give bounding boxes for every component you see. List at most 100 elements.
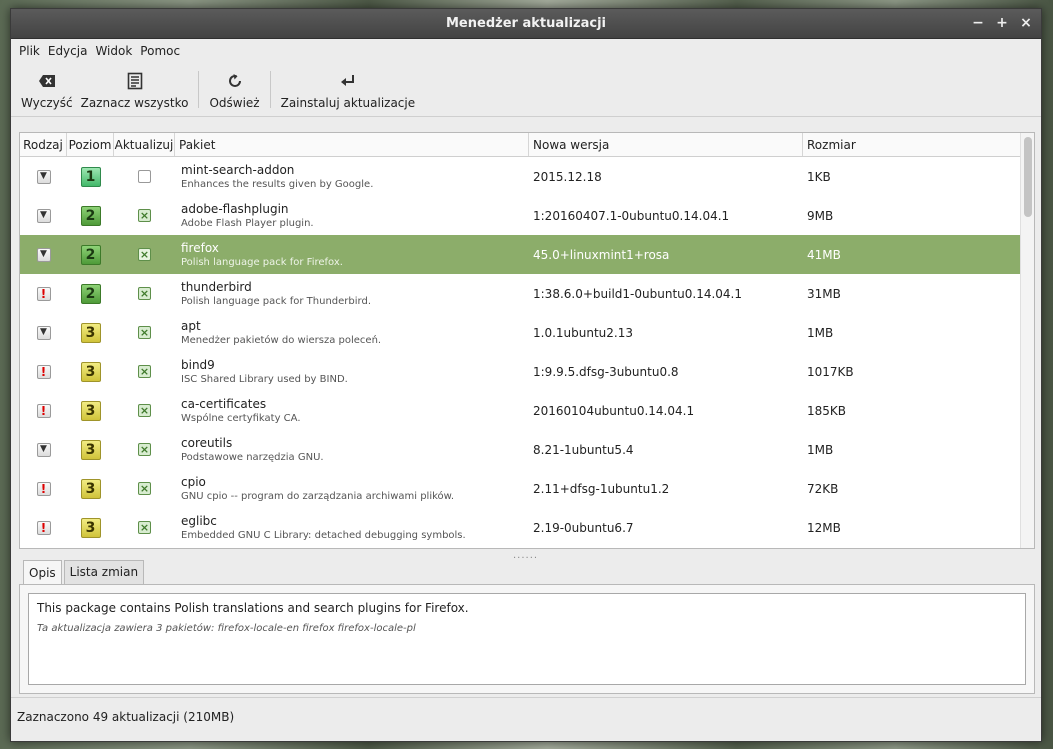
- package-name: thunderbird: [181, 280, 252, 294]
- description-pane: This package contains Polish translation…: [19, 584, 1035, 694]
- update-checkbox[interactable]: [138, 209, 151, 222]
- update-checkbox[interactable]: [138, 365, 151, 378]
- menu-edit[interactable]: Edycja: [44, 44, 92, 58]
- column-header-new-version[interactable]: Nowa wersja: [529, 133, 803, 156]
- column-header-level[interactable]: Poziom: [67, 133, 114, 156]
- checklist-icon: [127, 70, 143, 92]
- package-description: ISC Shared Library used by BIND.: [181, 374, 348, 385]
- pane-resize-grip[interactable]: ······: [513, 553, 538, 564]
- row-update: [114, 404, 175, 417]
- update-checkbox[interactable]: [138, 287, 151, 300]
- arrow-down-icon: ▼: [36, 247, 51, 262]
- tab-changelog[interactable]: Lista zmian: [63, 560, 145, 584]
- arrow-down-icon: ▼: [36, 169, 51, 184]
- backspace-icon: [38, 70, 56, 92]
- table-row[interactable]: ▼ 3 coreutils Podstawowe narzędzia GNU. 8.21…: [20, 430, 1034, 469]
- table-row[interactable]: ▼ 2 firefox Polish language pack for Firefo…: [20, 235, 1034, 274]
- update-checkbox[interactable]: [138, 326, 151, 339]
- row-type: ▼: [20, 325, 67, 340]
- tab-description[interactable]: Opis: [23, 560, 62, 584]
- package-name: eglibc: [181, 514, 217, 528]
- vertical-scrollbar[interactable]: [1020, 133, 1034, 548]
- table-row[interactable]: ▼ 3 apt Menedżer pakietów do wiersza polece…: [20, 313, 1034, 352]
- package-name: cpio: [181, 475, 206, 489]
- row-size: 9MB: [807, 208, 834, 223]
- close-button[interactable]: ×: [1019, 14, 1033, 32]
- menu-view[interactable]: Widok: [91, 44, 136, 58]
- level-badge: 3: [80, 517, 101, 538]
- column-header-type[interactable]: Rodzaj: [20, 133, 67, 156]
- package-name: firefox: [181, 241, 219, 255]
- description-packages: Ta aktualizacja zawiera 3 pakietów: fire…: [37, 623, 416, 634]
- row-size: 1017KB: [807, 364, 854, 379]
- column-header-size[interactable]: Rozmiar: [803, 133, 1021, 156]
- row-level: 3: [67, 361, 114, 382]
- row-version: 2.19-0ubuntu6.7: [533, 520, 634, 535]
- update-checkbox[interactable]: [138, 404, 151, 417]
- update-checkbox[interactable]: [138, 521, 151, 534]
- row-level: 2: [67, 244, 114, 265]
- menu-file[interactable]: Plik: [15, 44, 44, 58]
- row-type: !: [20, 286, 67, 301]
- row-package: cpio GNU cpio -- program do zarządzania a…: [175, 475, 529, 502]
- list-body: ▼ 1 mint-search-addon Enhances the results …: [20, 157, 1034, 547]
- row-type: !: [20, 481, 67, 496]
- update-checkbox[interactable]: [138, 443, 151, 456]
- exclamation-icon: !: [36, 481, 51, 496]
- package-description: GNU cpio -- program do zarządzania archi…: [181, 491, 455, 502]
- select-all-button[interactable]: Zaznacz wszystko: [77, 63, 193, 116]
- list-header: Rodzaj Poziom Aktualizuj Pakiet Nowa wer…: [20, 133, 1034, 157]
- exclamation-icon: !: [36, 364, 51, 379]
- row-type: ▼: [20, 169, 67, 184]
- row-update: [114, 248, 175, 261]
- update-checkbox[interactable]: [138, 482, 151, 495]
- level-badge: 1: [80, 166, 101, 187]
- row-package: ca-certificates Wspólne certyfikaty CA.: [175, 397, 529, 424]
- row-version: 1:9.9.5.dfsg-3ubuntu0.8: [533, 364, 679, 379]
- table-row[interactable]: ! 3 eglibc Embedded GNU C Library: detached…: [20, 508, 1034, 547]
- row-size: 31MB: [807, 286, 841, 301]
- row-size: 1KB: [807, 169, 831, 184]
- package-name: apt: [181, 319, 201, 333]
- row-type: ▼: [20, 442, 67, 457]
- refresh-button[interactable]: Odśwież: [205, 63, 263, 116]
- row-version: 2015.12.18: [533, 169, 602, 184]
- menu-help[interactable]: Pomoc: [136, 44, 184, 58]
- minimize-button[interactable]: −: [971, 14, 985, 32]
- column-header-update[interactable]: Aktualizuj: [114, 133, 175, 156]
- description-text: This package contains Polish translation…: [37, 601, 469, 615]
- row-level: 2: [67, 283, 114, 304]
- row-version: 1:20160407.1-0ubuntu0.14.04.1: [533, 208, 730, 223]
- description-box: This package contains Polish translation…: [28, 593, 1026, 685]
- update-checkbox[interactable]: [138, 170, 151, 183]
- update-checkbox[interactable]: [138, 248, 151, 261]
- row-package: eglibc Embedded GNU C Library: detached d…: [175, 514, 529, 541]
- clear-button[interactable]: Wyczyść: [17, 63, 77, 116]
- install-updates-button[interactable]: Zainstaluj aktualizacje: [277, 63, 420, 116]
- column-header-package[interactable]: Pakiet: [175, 133, 529, 156]
- scrollbar-thumb[interactable]: [1024, 137, 1032, 217]
- window-title: Menedżer aktualizacji: [446, 16, 606, 31]
- row-level: 3: [67, 439, 114, 460]
- package-description: Podstawowe narzędzia GNU.: [181, 452, 324, 463]
- row-update: [114, 365, 175, 378]
- row-package: firefox Polish language pack for Firefox.: [175, 241, 529, 268]
- row-size: 185KB: [807, 403, 847, 418]
- table-row[interactable]: ▼ 1 mint-search-addon Enhances the results …: [20, 157, 1034, 196]
- package-description: Adobe Flash Player plugin.: [181, 218, 314, 229]
- row-size: 72KB: [807, 481, 839, 496]
- row-level: 3: [67, 517, 114, 538]
- title-bar: Menedżer aktualizacji − + ×: [11, 9, 1041, 39]
- table-row[interactable]: ! 2 thunderbird Polish language pack for Th…: [20, 274, 1034, 313]
- level-badge: 3: [80, 478, 101, 499]
- table-row[interactable]: ! 3 bind9 ISC Shared Library used by BIND. 1…: [20, 352, 1034, 391]
- table-row[interactable]: ▼ 2 adobe-flashplugin Adobe Flash Player pl…: [20, 196, 1034, 235]
- toolbar: Wyczyść Zaznacz wszystko Odśwież Zainsta…: [11, 63, 1041, 117]
- row-version: 45.0+linuxmint1+rosa: [533, 247, 670, 262]
- table-row[interactable]: ! 3 ca-certificates Wspólne certyfikaty CA.…: [20, 391, 1034, 430]
- table-row[interactable]: ! 3 cpio GNU cpio -- program do zarządzania…: [20, 469, 1034, 508]
- arrow-down-icon: ▼: [36, 442, 51, 457]
- row-level: 3: [67, 322, 114, 343]
- maximize-button[interactable]: +: [995, 14, 1009, 32]
- row-version: 1.0.1ubuntu2.13: [533, 325, 633, 340]
